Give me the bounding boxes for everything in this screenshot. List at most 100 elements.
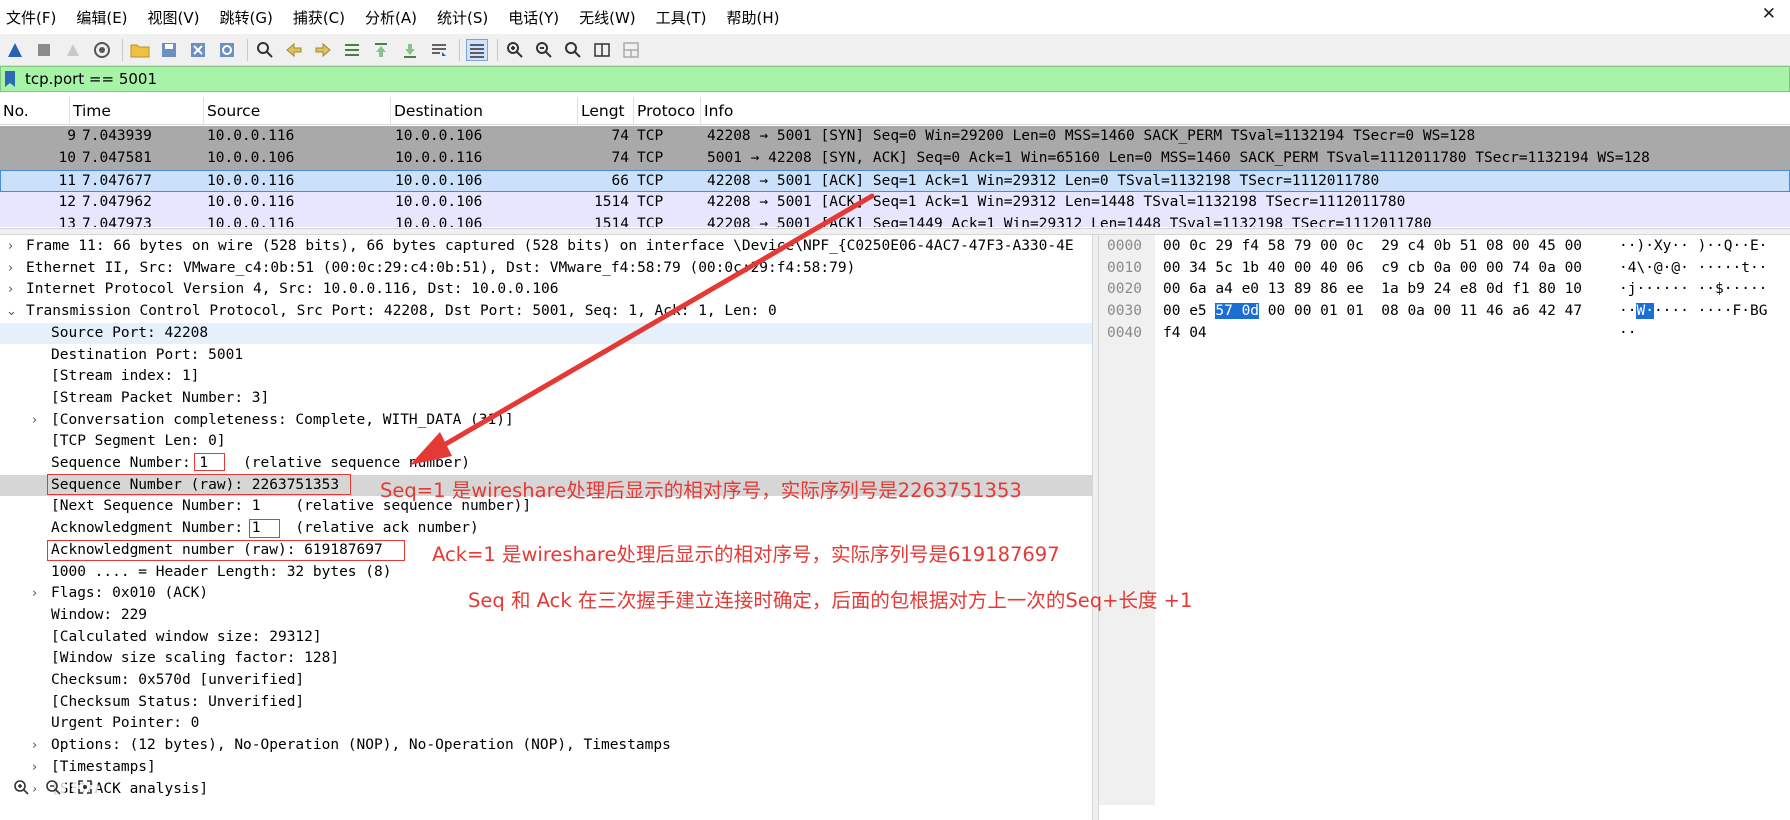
packet-row[interactable]: 9 7.043939 10.0.0.116 10.0.0.106 74 TCP … xyxy=(0,126,1790,148)
layout-icon[interactable] xyxy=(620,39,642,61)
expand-arrow-icon[interactable]: › xyxy=(32,410,37,432)
pane-splitter-vertical[interactable] xyxy=(1092,235,1099,820)
reload-file-icon[interactable] xyxy=(216,39,238,61)
detail-row-tcp[interactable]: ⌄ Transmission Control Protocol, Src Port… xyxy=(0,301,1092,323)
column-header-info[interactable]: Info xyxy=(701,97,1790,125)
packet-protocol: TCP xyxy=(637,194,664,210)
zoom-out-icon[interactable] xyxy=(40,774,66,800)
column-header-protocol[interactable]: Protoco xyxy=(634,97,701,125)
detail-row-calculated-window-size[interactable]: [Calculated window size: 29312] xyxy=(0,627,1092,649)
detail-row-ethernet[interactable]: › Ethernet II, Src: VMware_c4:0b:51 (00:0… xyxy=(0,258,1092,280)
menu-edit[interactable]: 编辑(E) xyxy=(76,7,127,28)
menu-view[interactable]: 视图(V) xyxy=(148,7,200,28)
byte-ascii[interactable]: ··)·Xy·· )··Q··E· xyxy=(1619,236,1767,258)
close-file-icon[interactable] xyxy=(187,39,209,61)
menu-statistics[interactable]: 统计(S) xyxy=(437,7,488,28)
shark-fin-start-icon[interactable] xyxy=(4,39,26,61)
detail-row-checksum[interactable]: Checksum: 0x570d [unverified] xyxy=(0,670,1092,692)
capture-options-icon[interactable] xyxy=(91,39,113,61)
byte-hex[interactable]: 00 e5 57 0d 00 00 01 01 08 0a 00 11 46 a… xyxy=(1163,301,1582,323)
column-header-destination[interactable]: Destination xyxy=(391,97,578,125)
selected-bytes[interactable]: 57 0d xyxy=(1215,303,1260,320)
detail-row-window-scaling-factor[interactable]: [Window size scaling factor: 128] xyxy=(0,648,1092,670)
expand-arrow-icon[interactable]: › xyxy=(32,735,37,757)
menu-help[interactable]: 帮助(H) xyxy=(727,7,780,28)
detail-row-options[interactable]: › Options: (12 bytes), No-Operation (NOP)… xyxy=(0,735,1092,757)
find-packet-icon[interactable] xyxy=(254,39,276,61)
auto-scroll-icon[interactable] xyxy=(428,39,450,61)
detail-row-conversation-completeness[interactable]: › [Conversation completeness: Complete, W… xyxy=(0,410,1092,432)
zoom-out-icon[interactable] xyxy=(533,39,555,61)
fit-screen-icon[interactable] xyxy=(72,774,98,800)
colorize-list-icon[interactable] xyxy=(466,38,488,61)
pane-splitter-horizontal[interactable] xyxy=(0,228,1790,235)
detail-row-urgent-pointer[interactable]: Urgent Pointer: 0 xyxy=(0,713,1092,735)
zoom-in-icon[interactable] xyxy=(8,774,34,800)
detail-row-ip[interactable]: › Internet Protocol Version 4, Src: 10.0.… xyxy=(0,279,1092,301)
menu-go[interactable]: 跳转(G) xyxy=(220,7,273,28)
byte-ascii[interactable]: ·4\·@·@· ·····t·· xyxy=(1619,258,1767,280)
open-folder-icon[interactable] xyxy=(129,39,151,61)
column-header-time[interactable]: Time xyxy=(70,97,204,125)
packet-row[interactable]: 12 7.047962 10.0.0.116 10.0.0.106 1514 T… xyxy=(0,192,1790,214)
byte-ascii[interactable]: ·j······ ··$····· xyxy=(1619,279,1767,301)
bookmark-icon[interactable] xyxy=(1,67,19,91)
menu-wireless[interactable]: 无线(W) xyxy=(579,7,636,28)
detail-row-frame[interactable]: › Frame 11: 66 bytes on wire (528 bits), … xyxy=(0,236,1092,258)
detail-row-stream-packet-number[interactable]: [Stream Packet Number: 3] xyxy=(0,388,1092,410)
close-icon[interactable]: ✕ xyxy=(1762,4,1776,24)
expand-arrow-icon[interactable]: › xyxy=(8,258,13,280)
detail-row-timestamps[interactable]: › [Timestamps] xyxy=(0,757,1092,779)
column-header-source[interactable]: Source xyxy=(204,97,391,125)
bytes-row[interactable]: 0030 00 e5 57 0d 00 00 01 01 08 0a 00 11… xyxy=(1099,301,1790,323)
save-file-icon[interactable] xyxy=(158,39,180,61)
menu-file[interactable]: 文件(F) xyxy=(6,7,56,28)
byte-hex[interactable]: f4 04 xyxy=(1163,323,1207,345)
detail-row-seq-ack-analysis[interactable]: › [SEQ/ACK analysis] xyxy=(0,779,1092,801)
annotation-box-ack-raw xyxy=(47,540,405,561)
last-packet-icon[interactable] xyxy=(399,39,421,61)
detail-row-sequence-number[interactable]: Sequence Number: 1 (relative sequence nu… xyxy=(0,453,1092,475)
bytes-row[interactable]: 0040 f4 04 ·· xyxy=(1099,323,1790,345)
menu-capture[interactable]: 捕获(C) xyxy=(293,7,345,28)
packet-details-pane: › Frame 11: 66 bytes on wire (528 bits), … xyxy=(0,235,1092,820)
collapse-arrow-icon[interactable]: ⌄ xyxy=(6,301,17,323)
selected-ascii[interactable]: W· xyxy=(1636,303,1654,320)
normal-size-icon[interactable] xyxy=(562,39,584,61)
column-header-no[interactable]: No. xyxy=(0,97,70,125)
go-forward-icon[interactable] xyxy=(312,39,334,61)
byte-ascii[interactable]: ··W····· ····F·BG xyxy=(1619,301,1767,323)
first-packet-icon[interactable] xyxy=(370,39,392,61)
byte-ascii[interactable]: ·· xyxy=(1619,323,1636,345)
byte-hex[interactable]: 00 34 5c 1b 40 00 40 06 c9 cb 0a 00 00 7… xyxy=(1163,258,1582,280)
stop-capture-icon[interactable] xyxy=(33,39,55,61)
packet-row[interactable]: 13 7.047973 10.0.0.116 10.0.0.106 1514 T… xyxy=(0,214,1790,227)
restart-capture-icon[interactable] xyxy=(62,39,84,61)
bytes-row[interactable]: 0010 00 34 5c 1b 40 00 40 06 c9 cb 0a 00… xyxy=(1099,258,1790,280)
bytes-row[interactable]: 0000 00 0c 29 f4 58 79 00 0c 29 c4 0b 51… xyxy=(1099,236,1790,258)
display-filter-input[interactable] xyxy=(19,67,1719,91)
column-header-length[interactable]: Lengt xyxy=(578,97,634,125)
bytes-row[interactable]: 0020 00 6a a4 e0 13 89 86 ee 1a b9 24 e8… xyxy=(1099,279,1790,301)
byte-hex[interactable]: 00 6a a4 e0 13 89 86 ee 1a b9 24 e8 0d f… xyxy=(1163,279,1582,301)
go-back-icon[interactable] xyxy=(283,39,305,61)
expand-arrow-icon[interactable]: › xyxy=(32,583,37,605)
detail-text: [Stream Packet Number: 3] xyxy=(51,389,270,406)
detail-row-acknowledgment-number[interactable]: Acknowledgment Number: 1 (relative ack n… xyxy=(0,518,1092,540)
menu-tools[interactable]: 工具(T) xyxy=(656,7,707,28)
byte-hex[interactable]: 00 0c 29 f4 58 79 00 0c 29 c4 0b 51 08 0… xyxy=(1163,236,1582,258)
packet-row-selected[interactable]: 11 7.047677 10.0.0.116 10.0.0.106 66 TCP… xyxy=(0,170,1790,192)
detail-row-checksum-status[interactable]: [Checksum Status: Unverified] xyxy=(0,692,1092,714)
detail-row-source-port[interactable]: Source Port: 42208 xyxy=(0,322,1092,345)
packet-row[interactable]: 10 7.047581 10.0.0.106 10.0.0.116 74 TCP… xyxy=(0,148,1790,170)
detail-row-destination-port[interactable]: Destination Port: 5001 xyxy=(0,345,1092,367)
detail-row-segment-len[interactable]: [TCP Segment Len: 0] xyxy=(0,431,1092,453)
detail-row-stream-index[interactable]: [Stream index: 1] xyxy=(0,366,1092,388)
zoom-in-icon[interactable] xyxy=(504,39,526,61)
expand-arrow-icon[interactable]: › xyxy=(8,279,13,301)
menu-analyze[interactable]: 分析(A) xyxy=(365,7,417,28)
resize-columns-icon[interactable] xyxy=(591,39,613,61)
go-to-packet-icon[interactable] xyxy=(341,39,363,61)
expand-arrow-icon[interactable]: › xyxy=(8,236,13,258)
menu-telephony[interactable]: 电话(Y) xyxy=(508,7,559,28)
